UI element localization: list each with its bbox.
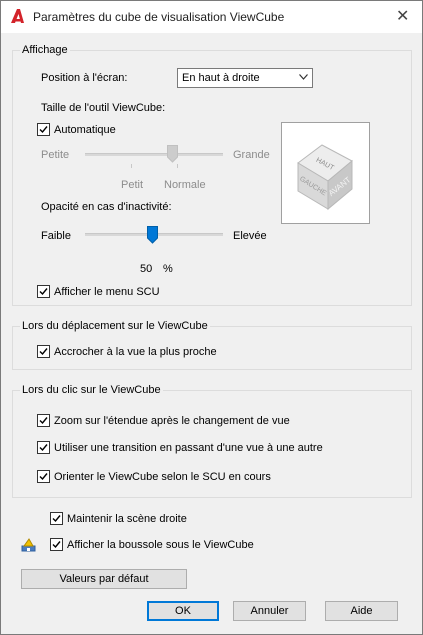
viewcube-settings-dialog: Paramètres du cube de visualisation View…	[0, 0, 423, 635]
checkmark-icon	[39, 288, 48, 296]
opacity-label: Opacité en cas d'inactivité:	[41, 201, 172, 213]
window-title: Paramètres du cube de visualisation View…	[33, 10, 285, 24]
opacity-unit: %	[163, 263, 173, 275]
compass-icon	[21, 538, 36, 552]
opacity-slider-thumb[interactable]	[147, 226, 158, 244]
viewcube-cube-icon: HAUT GAUCHE AVANT	[297, 144, 353, 211]
ok-button[interactable]: OK	[147, 601, 219, 621]
size-slider-thumb[interactable]	[167, 145, 178, 163]
size-slider-tick	[131, 164, 132, 168]
show-compass-checkbox[interactable]	[50, 538, 63, 551]
checkmark-icon	[39, 126, 48, 134]
cancel-button[interactable]: Annuler	[233, 601, 306, 621]
zoom-extents-label: Zoom sur l'étendue après le changement d…	[54, 415, 290, 427]
orient-to-ucs-checkbox[interactable]	[37, 470, 50, 483]
show-ucs-menu-label: Afficher le menu SCU	[54, 286, 160, 298]
checkmark-icon	[52, 515, 61, 523]
help-button[interactable]: Aide	[325, 601, 398, 621]
view-transition-checkbox[interactable]	[37, 441, 50, 454]
viewcube-preview: HAUT GAUCHE AVANT	[281, 122, 370, 224]
show-compass-label: Afficher la boussole sous le ViewCube	[67, 539, 254, 551]
auto-size-checkbox[interactable]	[37, 123, 50, 136]
position-dropdown[interactable]: En haut à droite	[177, 68, 313, 88]
keep-scene-upright-label: Maintenir la scène droite	[67, 513, 187, 525]
position-dropdown-value: En haut à droite	[182, 72, 260, 84]
title-bar: Paramètres du cube de visualisation View…	[1, 1, 422, 33]
defaults-button[interactable]: Valeurs par défaut	[21, 569, 187, 589]
checkmark-icon	[39, 473, 48, 481]
auto-size-label: Automatique	[54, 124, 116, 136]
checkmark-icon	[52, 541, 61, 549]
size-slider-track	[85, 153, 223, 156]
size-label: Taille de l'outil ViewCube:	[41, 102, 166, 114]
size-slider-tick	[177, 164, 178, 168]
zoom-extents-checkbox[interactable]	[37, 414, 50, 427]
size-tick-label-normal: Normale	[164, 179, 206, 191]
snap-closest-view-label: Accrocher à la vue la plus proche	[54, 346, 217, 358]
keep-scene-upright-checkbox[interactable]	[50, 512, 63, 525]
chevron-down-icon	[299, 74, 308, 80]
click-group-label: Lors du clic sur le ViewCube	[20, 384, 163, 396]
checkmark-icon	[39, 417, 48, 425]
size-max-label: Grande	[233, 149, 270, 161]
orient-to-ucs-label: Orienter le ViewCube selon le SCU en cou…	[54, 471, 271, 483]
close-icon[interactable]: ✕	[396, 6, 409, 26]
opacity-value: 50	[140, 263, 153, 275]
checkmark-icon	[39, 444, 48, 452]
opacity-min-label: Faible	[41, 230, 71, 242]
drag-group-label: Lors du déplacement sur le ViewCube	[20, 320, 210, 332]
opacity-max-label: Elevée	[233, 230, 267, 242]
size-min-label: Petite	[41, 149, 70, 161]
autocad-logo-icon	[11, 9, 24, 23]
display-group-label: Affichage	[20, 44, 70, 56]
size-tick-label-small: Petit	[121, 179, 144, 191]
checkmark-icon	[39, 348, 48, 356]
show-ucs-menu-checkbox[interactable]	[37, 285, 50, 298]
snap-closest-view-checkbox[interactable]	[37, 345, 50, 358]
view-transition-label: Utiliser une transition en passant d'une…	[54, 442, 323, 454]
position-label: Position à l'écran:	[41, 72, 128, 84]
